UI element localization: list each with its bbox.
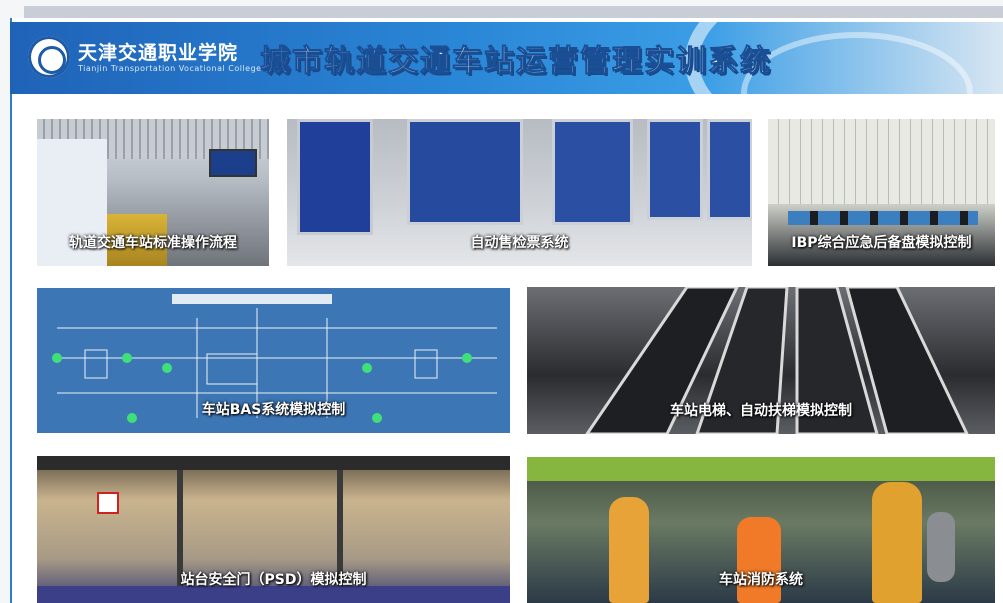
- tile-label: 车站电梯、自动扶梯模拟控制: [670, 403, 852, 419]
- tile-label: 车站消防系统: [719, 572, 803, 588]
- tile-bas-system[interactable]: 车站BAS系统模拟控制: [37, 288, 510, 433]
- tile-label: IBP综合应急后备盘模拟控制: [791, 235, 972, 251]
- door-header-decoration: [37, 456, 510, 470]
- school-name: 天津交通职业学院: [78, 42, 239, 64]
- ticket-machine-icon: [297, 119, 373, 235]
- monitor-row-decoration: [788, 211, 978, 225]
- warning-sign-icon: [97, 492, 119, 514]
- header-banner: 天津交通职业学院 Tianjin Transportation Vocation…: [10, 22, 1003, 94]
- tile-ibp-panel[interactable]: IBP综合应急后备盘模拟控制: [768, 119, 995, 266]
- school-name-english: Tianjin Transportation Vocational Colleg…: [78, 64, 262, 73]
- tile-label: 自动售检票系统: [470, 235, 569, 251]
- control-panel-decoration: [768, 119, 995, 204]
- ticket-machine-icon: [552, 119, 633, 225]
- ticket-machine-icon: [707, 119, 752, 220]
- tile-psd-control[interactable]: 站台安全门（PSD）模拟控制: [37, 456, 510, 603]
- tile-label: 站台安全门（PSD）模拟控制: [180, 572, 367, 588]
- tile-escalator-control[interactable]: 车站电梯、自动扶梯模拟控制: [527, 287, 995, 434]
- firefighter-figure: [737, 517, 781, 603]
- college-logo-icon: [28, 36, 70, 78]
- tile-standard-operation[interactable]: 轨道交通车站标准操作流程: [37, 119, 269, 266]
- platform-stripe-decoration: [527, 457, 995, 481]
- tile-label: 车站BAS系统模拟控制: [201, 402, 346, 418]
- system-title: 城市轨道交通车站运营管理实训系统: [260, 44, 772, 80]
- display-screen-icon: [209, 149, 257, 177]
- ticket-machine-icon: [647, 119, 703, 220]
- ticket-machine-icon: [407, 119, 523, 225]
- tile-label: 轨道交通车站标准操作流程: [69, 235, 237, 251]
- tile-afc-system[interactable]: 自动售检票系统: [287, 119, 752, 266]
- tile-fire-system[interactable]: 车站消防系统: [527, 457, 995, 603]
